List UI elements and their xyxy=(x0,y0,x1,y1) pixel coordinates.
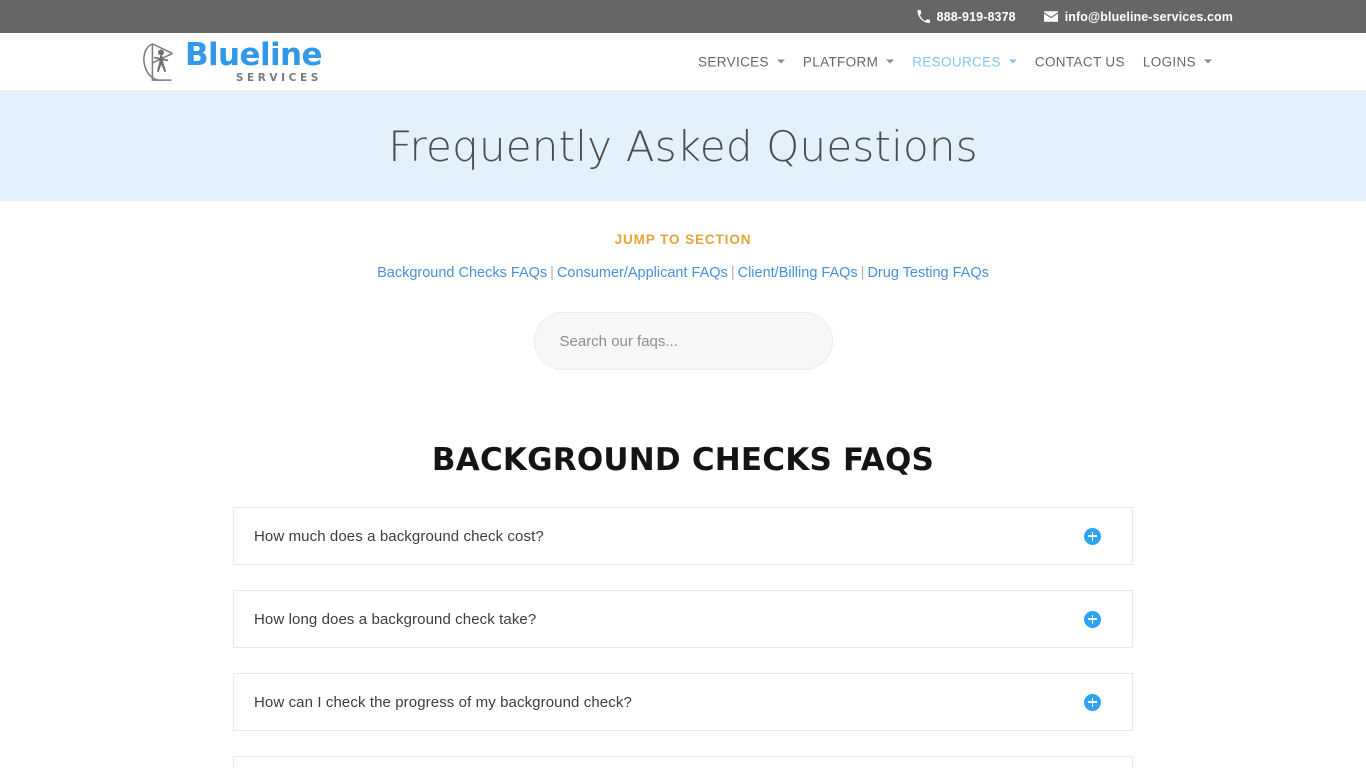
site-logo[interactable]: Blueline SERVICES xyxy=(140,36,323,84)
phone-contact[interactable]: 888-919-8378 xyxy=(917,10,1016,24)
jump-link-consumer-applicant[interactable]: Consumer/Applicant FAQs xyxy=(557,265,728,281)
search-input[interactable] xyxy=(533,312,833,370)
faq-item[interactable]: How can I check the progress of my backg… xyxy=(233,673,1133,731)
plus-circle-icon[interactable] xyxy=(1084,527,1101,545)
jump-to-section-links: Background Checks FAQs | Consumer/Applican… xyxy=(0,265,1366,281)
top-utility-bar: 888-919-8378 info@blueline-services.com xyxy=(0,0,1366,33)
nav-item-resources[interactable]: RESOURCES xyxy=(903,54,1026,69)
jump-separator: | xyxy=(550,265,554,281)
page-title: Frequently Asked Questions xyxy=(388,121,978,171)
jump-link-client-billing[interactable]: Client/Billing FAQs xyxy=(738,265,858,281)
hero-banner: Frequently Asked Questions xyxy=(0,91,1366,201)
email-contact[interactable]: info@blueline-services.com xyxy=(1043,9,1233,24)
section-heading: BACKGROUND CHECKS FAQS xyxy=(431,442,935,478)
jump-separator: | xyxy=(730,265,735,281)
nav-label-logins: LOGINS xyxy=(1142,54,1196,69)
site-header: Blueline SERVICES SERVICES PLATFORM RESO… xyxy=(0,33,1366,91)
nav-label-resources: RESOURCES xyxy=(912,54,1001,69)
nav-item-logins[interactable]: LOGINS xyxy=(1134,54,1221,69)
nav-item-services[interactable]: SERVICES xyxy=(689,54,794,69)
nav-label-contact-us: CONTACT US xyxy=(1034,54,1125,69)
chevron-down-icon xyxy=(1008,59,1017,64)
faq-question: How can I check the progress of my backg… xyxy=(254,693,632,711)
chevron-down-icon xyxy=(1204,59,1212,64)
chevron-down-icon xyxy=(776,59,785,64)
phone-number: 888-919-8378 xyxy=(936,9,1016,24)
faq-item[interactable]: How long does a background check take? xyxy=(233,590,1133,648)
nav-item-contact-us[interactable]: CONTACT US xyxy=(1026,54,1134,69)
faq-accordion: How much does a background check cost? H… xyxy=(233,507,1133,768)
email-address: info@blueline-services.com xyxy=(1064,9,1233,24)
jump-separator: | xyxy=(860,265,865,281)
plus-circle-icon[interactable] xyxy=(1084,693,1101,711)
plus-circle-icon[interactable] xyxy=(1084,610,1101,628)
faq-item[interactable]: How much does a background check cost? xyxy=(233,507,1133,565)
nav-item-platform[interactable]: PLATFORM xyxy=(794,54,903,69)
jump-link-drug-testing[interactable]: Drug Testing FAQs xyxy=(867,265,988,281)
nav-label-platform: PLATFORM xyxy=(802,54,879,69)
logo-wordmark: Blueline xyxy=(185,36,323,73)
blueline-logo-mark xyxy=(143,42,173,81)
envelope-icon xyxy=(1043,11,1058,22)
faq-question: How much does a background check cost? xyxy=(254,527,544,545)
faq-search-container xyxy=(0,312,1366,370)
nav-label-services: SERVICES xyxy=(698,54,769,69)
logo-subtitle: SERVICES xyxy=(235,71,322,84)
faq-question: How long does a background check take? xyxy=(254,610,537,628)
phone-icon xyxy=(917,10,930,23)
chevron-down-icon xyxy=(886,59,895,64)
jump-to-section-label: JUMP TO SECTION xyxy=(614,232,752,247)
faq-item[interactable]: Why is my background check taking longer… xyxy=(233,756,1133,768)
main-navigation: SERVICES PLATFORM RESOURCES CONTACT US L… xyxy=(689,54,1221,69)
jump-link-background-checks[interactable]: Background Checks FAQs xyxy=(377,265,547,281)
jump-to-section: JUMP TO SECTION Background Checks FAQs | C… xyxy=(0,201,1366,281)
